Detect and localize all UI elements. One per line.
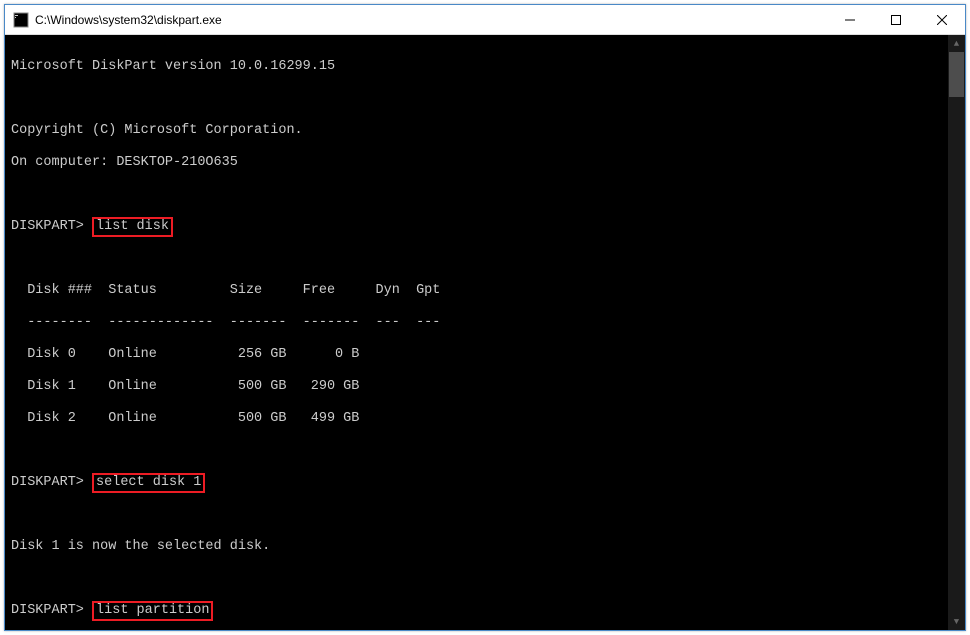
blank [11, 187, 965, 203]
msg-disk-selected: Disk 1 is now the selected disk. [11, 539, 965, 555]
prompt-line-3: DISKPART> list partition [11, 603, 965, 619]
app-icon [13, 12, 29, 28]
prompt: DISKPART> [11, 219, 84, 234]
scroll-down-icon[interactable]: ▼ [948, 613, 965, 630]
disk-header: Disk ### Status Size Free Dyn Gpt [11, 283, 965, 299]
blank [11, 571, 965, 587]
disk-row: Disk 2 Online 500 GB 499 GB [11, 411, 965, 427]
version-line: Microsoft DiskPart version 10.0.16299.15 [11, 59, 965, 75]
close-button[interactable] [919, 5, 965, 34]
window-controls [827, 5, 965, 34]
window-title: C:\Windows\system32\diskpart.exe [35, 13, 827, 27]
prompt-line-2: DISKPART> select disk 1 [11, 475, 965, 491]
blank [11, 91, 965, 107]
prompt: DISKPART> [11, 475, 84, 490]
scroll-up-icon[interactable]: ▲ [948, 35, 965, 52]
prompt: DISKPART> [11, 603, 84, 618]
disk-row: Disk 0 Online 256 GB 0 B [11, 347, 965, 363]
blank [11, 443, 965, 459]
cmd-select-disk: select disk 1 [92, 473, 205, 493]
scrollbar-thumb[interactable] [949, 52, 964, 97]
blank [11, 507, 965, 523]
scrollbar[interactable]: ▲ ▼ [948, 35, 965, 630]
prompt-line-1: DISKPART> list disk [11, 219, 965, 235]
cmd-list-partition: list partition [92, 601, 213, 621]
diskpart-window: C:\Windows\system32\diskpart.exe Microso… [4, 4, 966, 631]
terminal-output[interactable]: Microsoft DiskPart version 10.0.16299.15… [5, 35, 965, 630]
disk-sep: -------- ------------- ------- ------- -… [11, 315, 965, 331]
disk-row: Disk 1 Online 500 GB 290 GB [11, 379, 965, 395]
copyright-line: Copyright (C) Microsoft Corporation. [11, 123, 965, 139]
cmd-list-disk: list disk [92, 217, 173, 237]
titlebar[interactable]: C:\Windows\system32\diskpart.exe [5, 5, 965, 35]
blank [11, 251, 965, 267]
minimize-button[interactable] [827, 5, 873, 34]
computer-line: On computer: DESKTOP-210O635 [11, 155, 965, 171]
maximize-button[interactable] [873, 5, 919, 34]
